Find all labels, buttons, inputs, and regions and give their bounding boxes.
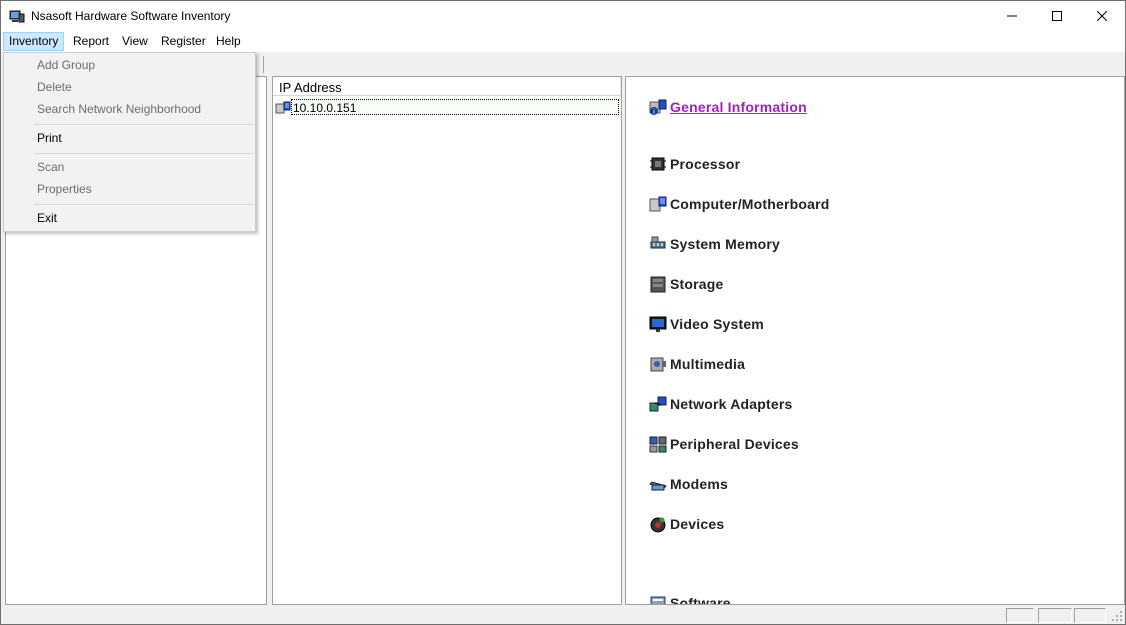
svg-text:i: i xyxy=(653,108,655,116)
video-icon xyxy=(648,314,668,334)
host-row[interactable]: 10.10.0.151 xyxy=(275,99,621,117)
software-icon xyxy=(648,593,668,604)
app-icon xyxy=(9,8,25,24)
category-label: Multimedia xyxy=(670,356,746,372)
category-network-adapters[interactable]: Network Adapters xyxy=(648,394,793,414)
maximize-button[interactable] xyxy=(1034,1,1080,31)
status-panel xyxy=(1006,608,1034,623)
category-general-information[interactable]: i General Information xyxy=(648,97,807,117)
category-label: Storage xyxy=(670,276,724,292)
category-label: Processor xyxy=(670,156,741,172)
network-icon xyxy=(648,394,668,414)
minimize-button[interactable] xyxy=(989,1,1035,31)
menu-separator xyxy=(34,124,254,125)
inventory-dropdown-menu: Add Group Delete Search Network Neighbor… xyxy=(3,52,256,232)
column-divider[interactable] xyxy=(620,77,621,96)
column-header-label: IP Address xyxy=(279,80,342,95)
resize-grip-icon[interactable] xyxy=(1111,610,1123,622)
category-processor[interactable]: Processor xyxy=(648,154,740,174)
status-bar xyxy=(1,605,1125,624)
menu-help[interactable]: Help xyxy=(210,32,247,51)
host-ip-address: 10.10.0.151 xyxy=(291,99,619,115)
menu-item-exit[interactable]: Exit xyxy=(37,209,57,227)
peripheral-icon xyxy=(648,434,668,454)
category-modems[interactable]: Modems xyxy=(648,474,728,494)
category-devices[interactable]: Devices xyxy=(648,514,724,534)
status-panel xyxy=(1038,608,1072,623)
menu-item-properties[interactable]: Properties xyxy=(37,180,92,198)
category-multimedia[interactable]: Multimedia xyxy=(648,354,745,374)
menu-bar: Inventory Report View Register Help xyxy=(1,31,1125,53)
toolbar-separator xyxy=(263,56,264,73)
menu-item-search-network-neighborhood[interactable]: Search Network Neighborhood xyxy=(37,100,201,118)
menu-item-delete[interactable]: Delete xyxy=(37,78,72,96)
menu-register[interactable]: Register xyxy=(155,32,212,51)
category-software[interactable]: Software xyxy=(648,593,731,605)
host-list-panel[interactable]: IP Address 10.10.0.151 xyxy=(272,76,622,605)
menu-report[interactable]: Report xyxy=(67,32,115,51)
close-button[interactable] xyxy=(1079,1,1125,31)
computer-icon xyxy=(275,100,291,116)
category-label: Devices xyxy=(670,516,725,532)
category-panel: i General Information Processor Computer… xyxy=(625,76,1125,605)
menu-item-add-group[interactable]: Add Group xyxy=(37,56,95,74)
category-system-memory[interactable]: System Memory xyxy=(648,234,780,254)
general-information-icon: i xyxy=(648,97,668,117)
category-label: Peripheral Devices xyxy=(670,436,799,452)
title-bar[interactable]: Nsasoft Hardware Software Inventory xyxy=(1,1,1125,31)
window-title: Nsasoft Hardware Software Inventory xyxy=(31,9,231,23)
menu-view[interactable]: View xyxy=(116,32,154,51)
category-storage[interactable]: Storage xyxy=(648,274,724,294)
category-label: General Information xyxy=(670,99,807,115)
menu-separator xyxy=(34,204,254,205)
category-label: Modems xyxy=(670,476,728,492)
category-peripheral-devices[interactable]: Peripheral Devices xyxy=(648,434,799,454)
ip-address-column-header[interactable]: IP Address xyxy=(273,77,621,96)
multimedia-icon xyxy=(648,354,668,374)
category-label: Video System xyxy=(670,316,764,332)
memory-icon xyxy=(648,234,668,254)
motherboard-icon xyxy=(648,194,668,214)
menu-item-print[interactable]: Print xyxy=(37,129,62,147)
devices-icon xyxy=(648,514,668,534)
menu-item-scan[interactable]: Scan xyxy=(37,158,64,176)
category-label: Software xyxy=(670,595,731,605)
close-icon xyxy=(1097,11,1107,21)
storage-icon xyxy=(648,274,668,294)
minimize-icon xyxy=(1007,15,1017,17)
status-panel xyxy=(1074,608,1106,623)
maximize-icon xyxy=(1052,11,1062,21)
category-label: System Memory xyxy=(670,236,780,252)
category-computer-motherboard[interactable]: Computer/Motherboard xyxy=(648,194,830,214)
category-label: Computer/Motherboard xyxy=(670,196,830,212)
menu-separator xyxy=(34,153,254,154)
app-window: Nsasoft Hardware Software Inventory Inve… xyxy=(0,0,1126,625)
category-video-system[interactable]: Video System xyxy=(648,314,764,334)
menu-inventory[interactable]: Inventory xyxy=(3,32,65,51)
processor-icon xyxy=(648,154,668,174)
category-label: Network Adapters xyxy=(670,396,793,412)
modem-icon xyxy=(648,474,668,494)
